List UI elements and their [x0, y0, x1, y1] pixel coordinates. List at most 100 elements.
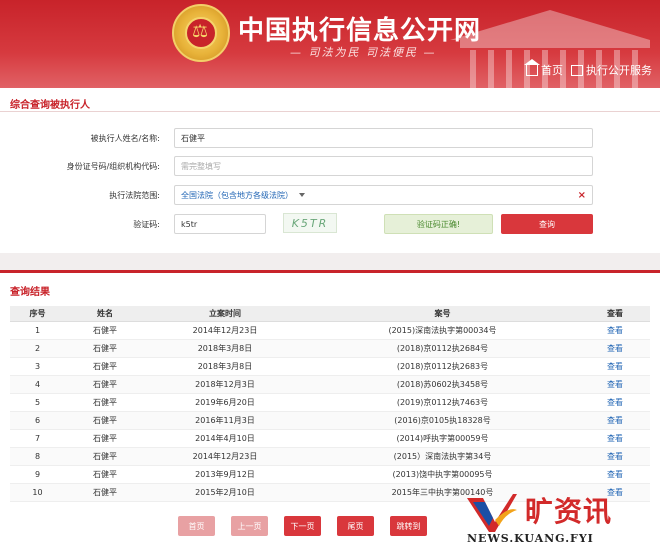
site-title: 中国执行信息公开网	[238, 16, 482, 46]
results-section-title: 查询结果	[10, 287, 50, 298]
court-select-value: 全国法院（包含地方各级法院）	[181, 190, 293, 200]
cell-name: 石健平	[65, 375, 145, 394]
results-table: 序号 姓名 立案时间 案号 查看 1 石健平 2014年12月23日 (2015)深南…	[10, 306, 650, 502]
watermark: 旷资讯 NEWS.KUANG.FYI	[455, 488, 655, 548]
cell-case-number: (2016)京0105执18328号	[305, 411, 580, 430]
cell-index: 3	[10, 357, 65, 376]
first-page-button[interactable]: 首页	[178, 516, 215, 536]
query-button[interactable]: 查询	[501, 214, 593, 234]
cell-index: 5	[10, 393, 65, 412]
grid-icon	[571, 64, 583, 76]
cell-case-number: (2019)京0112执7463号	[305, 393, 580, 412]
last-page-button[interactable]: 尾页	[337, 516, 374, 536]
view-link[interactable]: 查看	[580, 447, 650, 466]
cell-case-number: (2018)京0112执2684号	[305, 339, 580, 358]
watermark-url: NEWS.KUANG.FYI	[467, 532, 594, 545]
name-input[interactable]: 石健平	[174, 128, 593, 148]
cell-filing-date: 2014年12月23日	[145, 321, 305, 340]
clear-icon[interactable]: ×	[578, 190, 586, 201]
cell-filing-date: 2013年9月12日	[145, 465, 305, 484]
cell-case-number: (2015)深南法执字第00034号	[305, 321, 580, 340]
cell-index: 7	[10, 429, 65, 448]
court-label: 执行法院范围:	[109, 191, 160, 200]
table-row: 6 石健平 2016年11月3日 (2016)京0105执18328号 查看	[10, 411, 650, 430]
cell-case-number: (2018)京0112执2683号	[305, 357, 580, 376]
cell-filing-date: 2016年11月3日	[145, 411, 305, 430]
id-label: 身份证号码/组织机构代码:	[66, 162, 160, 171]
cell-name: 石健平	[65, 465, 145, 484]
view-link[interactable]: 查看	[580, 339, 650, 358]
col-view: 查看	[580, 306, 650, 322]
cell-case-number: (2013)饶中执字第00095号	[305, 465, 580, 484]
view-link[interactable]: 查看	[580, 465, 650, 484]
cell-name: 石健平	[65, 339, 145, 358]
cell-case-number: (2018)苏0602执3458号	[305, 375, 580, 394]
table-row: 8 石健平 2014年12月23日 (2015）深南法执字第34号 查看	[10, 447, 650, 466]
cell-name: 石健平	[65, 447, 145, 466]
nav-execution-service[interactable]: 执行公开服务	[571, 62, 652, 78]
jump-page-button[interactable]: 跳转到	[390, 516, 427, 536]
id-input[interactable]: 需完整填写	[174, 156, 593, 176]
cell-case-number: (2014)呼执字第00059号	[305, 429, 580, 448]
table-row: 2 石健平 2018年3月8日 (2018)京0112执2684号 查看	[10, 339, 650, 358]
cell-index: 4	[10, 375, 65, 394]
cell-filing-date: 2015年2月10日	[145, 483, 305, 502]
cell-name: 石健平	[65, 483, 145, 502]
table-row: 4 石健平 2018年12月3日 (2018)苏0602执3458号 查看	[10, 375, 650, 394]
cell-index: 10	[10, 483, 65, 502]
view-link[interactable]: 查看	[580, 393, 650, 412]
nav-home-label: 首页	[541, 64, 563, 77]
captcha-image[interactable]: K5TR	[283, 213, 337, 233]
home-icon	[524, 58, 540, 76]
next-page-button[interactable]: 下一页	[284, 516, 321, 536]
cell-filing-date: 2014年4月10日	[145, 429, 305, 448]
cell-name: 石健平	[65, 411, 145, 430]
verify-status-badge: 验证码正确!	[384, 214, 493, 234]
captcha-input[interactable]: k5tr	[174, 214, 266, 234]
table-row: 1 石健平 2014年12月23日 (2015)深南法执字第00034号 查看	[10, 321, 650, 340]
search-section-title: 综合查询被执行人	[0, 88, 660, 112]
cell-index: 1	[10, 321, 65, 340]
col-case-number: 案号	[305, 306, 580, 322]
prev-page-button[interactable]: 上一页	[231, 516, 268, 536]
cell-filing-date: 2018年3月8日	[145, 357, 305, 376]
captcha-label: 验证码:	[133, 220, 160, 229]
cell-name: 石健平	[65, 393, 145, 412]
col-index: 序号	[10, 306, 65, 322]
cell-filing-date: 2014年12月23日	[145, 447, 305, 466]
cell-index: 9	[10, 465, 65, 484]
nav-home[interactable]: 首页	[524, 58, 563, 78]
cell-index: 6	[10, 411, 65, 430]
cell-name: 石健平	[65, 429, 145, 448]
view-link[interactable]: 查看	[580, 357, 650, 376]
view-link[interactable]: 查看	[580, 375, 650, 394]
col-filing-date: 立案时间	[145, 306, 305, 322]
name-label: 被执行人姓名/名称:	[90, 134, 160, 143]
table-header-row: 序号 姓名 立案时间 案号 查看	[10, 306, 650, 322]
chevron-down-icon	[299, 193, 305, 197]
court-select[interactable]: 全国法院（包含地方各级法院） ×	[174, 185, 593, 205]
view-link[interactable]: 查看	[580, 429, 650, 448]
site-motto: — 司法为民 司法便民 —	[290, 46, 437, 59]
court-emblem-icon	[172, 4, 230, 62]
table-row: 7 石健平 2014年4月10日 (2014)呼执字第00059号 查看	[10, 429, 650, 448]
watermark-brand: 旷资讯	[525, 495, 613, 528]
site-header: 中国执行信息公开网 — 司法为民 司法便民 — 首页 执行公开服务	[0, 0, 660, 88]
cell-name: 石健平	[65, 321, 145, 340]
table-row: 5 石健平 2019年6月20日 (2019)京0112执7463号 查看	[10, 393, 650, 412]
col-name: 姓名	[65, 306, 145, 322]
cell-filing-date: 2019年6月20日	[145, 393, 305, 412]
cell-case-number: (2015）深南法执字第34号	[305, 447, 580, 466]
top-nav: 首页 执行公开服务	[524, 58, 652, 78]
brand-logo-icon	[467, 494, 517, 532]
cell-name: 石健平	[65, 357, 145, 376]
cell-filing-date: 2018年3月8日	[145, 339, 305, 358]
table-row: 3 石健平 2018年3月8日 (2018)京0112执2683号 查看	[10, 357, 650, 376]
view-link[interactable]: 查看	[580, 321, 650, 340]
cell-filing-date: 2018年12月3日	[145, 375, 305, 394]
nav-execution-service-label: 执行公开服务	[586, 64, 652, 77]
cell-index: 8	[10, 447, 65, 466]
cell-index: 2	[10, 339, 65, 358]
view-link[interactable]: 查看	[580, 411, 650, 430]
table-row: 9 石健平 2013年9月12日 (2013)饶中执字第00095号 查看	[10, 465, 650, 484]
